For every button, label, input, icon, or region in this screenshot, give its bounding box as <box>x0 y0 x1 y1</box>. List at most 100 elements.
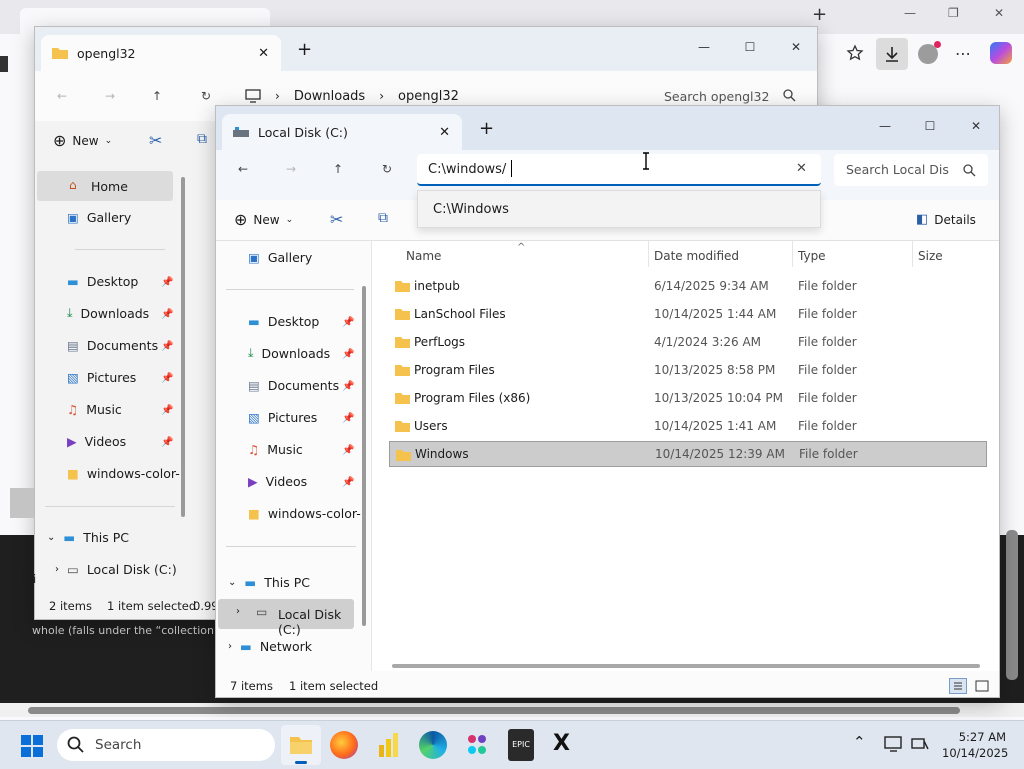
address-input[interactable]: C:\windows/ ✕ <box>417 154 821 186</box>
search-input[interactable]: Search Local Disk <box>834 154 988 186</box>
sidebar-item-this-pc[interactable]: ⌄ ▬ This PC <box>228 567 310 597</box>
suggestion-item[interactable]: C:\Windows <box>433 202 509 217</box>
page-vscroll-thumb[interactable] <box>1006 530 1018 680</box>
table-row[interactable]: Program Files 10/13/2025 8:58 PM File fold… <box>389 357 987 383</box>
copy-icon[interactable]: ⧉ <box>197 131 207 147</box>
sidebar-item-gallery[interactable]: ▣ Gallery <box>67 202 131 232</box>
new-tab-icon[interactable]: + <box>812 4 827 25</box>
copy-icon[interactable]: ⧉ <box>378 210 388 226</box>
sidebar-item-local-disk[interactable]: › ▭ Local Disk (C:) <box>218 599 354 637</box>
firefox-icon[interactable] <box>330 731 358 759</box>
minimize-icon[interactable]: — <box>687 33 721 61</box>
close-icon[interactable]: ✕ <box>779 33 813 61</box>
sidebar-item-home[interactable]: ⌂ Home <box>37 171 173 201</box>
breadcrumb-opengl32[interactable]: opengl32 <box>398 89 459 104</box>
table-row[interactable]: Windows 10/14/2025 12:39 AM File folder <box>389 441 987 467</box>
page-hscroll[interactable] <box>0 703 1024 717</box>
details-view-icon[interactable] <box>949 678 967 694</box>
edge-icon[interactable] <box>419 731 447 759</box>
breadcrumb-downloads[interactable]: Downloads <box>294 89 365 104</box>
cut-icon[interactable]: ✂ <box>330 210 343 229</box>
new-tab-icon[interactable]: + <box>479 118 494 139</box>
details-button[interactable]: ◧ Details <box>916 212 976 227</box>
restore-icon[interactable]: ❐ <box>948 6 959 20</box>
clear-icon[interactable]: ✕ <box>796 161 807 176</box>
app-icon[interactable] <box>464 731 490 759</box>
up-icon[interactable]: ↑ <box>323 154 353 184</box>
sidebar-item-this-pc[interactable]: ⌄ ▬ This PC <box>47 522 129 552</box>
power-bi-icon[interactable] <box>377 731 401 759</box>
file-list-hscroll[interactable] <box>392 664 980 668</box>
table-row[interactable]: Users 10/14/2025 1:41 AM File folder <box>389 413 987 439</box>
column-header-type[interactable]: Type <box>798 249 826 263</box>
tab-opengl32[interactable]: opengl32 ✕ <box>41 35 281 71</box>
chevron-right-icon: › <box>236 606 240 617</box>
sidebar-item-videos[interactable]: ▶ Videos <box>67 426 126 456</box>
taskbar-search[interactable]: Search <box>57 729 275 761</box>
forward-icon[interactable]: → <box>95 81 125 111</box>
column-header-date[interactable]: Date modified <box>654 249 739 263</box>
close-icon[interactable]: ✕ <box>959 112 993 140</box>
table-row[interactable]: LanSchool Files 10/14/2025 1:44 AM File fo… <box>389 301 987 327</box>
back-icon[interactable]: ← <box>47 81 77 111</box>
sidebar-item-pictures[interactable]: ▧ Pictures <box>67 362 136 392</box>
more-icon[interactable]: ⋯ <box>955 44 971 63</box>
column-divider[interactable] <box>648 241 649 267</box>
table-row[interactable]: inetpub 6/14/2025 9:34 AM File folder <box>389 273 987 299</box>
sidebar-item-desktop[interactable]: ▬ Desktop <box>248 306 319 336</box>
sidebar-item-videos[interactable]: ▶ Videos <box>248 466 307 496</box>
sidebar-item-documents[interactable]: ▤ Documents <box>67 330 158 360</box>
minimize-icon[interactable]: — <box>868 112 902 140</box>
page-hscroll-thumb[interactable] <box>28 707 960 714</box>
refresh-icon[interactable]: ↻ <box>372 154 402 184</box>
sidebar-item-windows-color[interactable]: ■ windows-color- <box>248 498 366 528</box>
sidebar-item-pictures[interactable]: ▧ Pictures <box>248 402 317 432</box>
column-divider[interactable] <box>792 241 793 267</box>
sidebar-item-downloads[interactable]: ⤓ Downloads <box>67 298 149 328</box>
column-header-name[interactable]: Name <box>406 249 441 263</box>
sidebar-item-local-disk[interactable]: › ▭ Local Disk (C:) <box>55 554 177 584</box>
search-input[interactable]: Search opengl32 <box>664 89 774 104</box>
download-button[interactable] <box>876 38 908 70</box>
new-button[interactable]: ⊕ New ⌄ <box>53 131 112 150</box>
tab-close-icon[interactable]: ✕ <box>439 125 450 140</box>
new-tab-icon[interactable]: + <box>297 39 312 60</box>
taskbar-clock[interactable]: 5:27 AM 10/14/2025 <box>942 729 1008 761</box>
tab-close-icon[interactable]: ✕ <box>258 46 269 61</box>
forward-icon[interactable]: → <box>276 154 306 184</box>
close-icon[interactable]: ✕ <box>994 6 1004 20</box>
tab-local-disk[interactable]: Local Disk (C:) ✕ <box>222 114 462 150</box>
column-divider[interactable] <box>912 241 913 267</box>
chevron-up-icon[interactable]: ⌃ <box>853 733 866 751</box>
copilot-icon[interactable] <box>990 42 1012 64</box>
profile-icon[interactable] <box>918 41 941 64</box>
sidebar-item-desktop[interactable]: ▬ Desktop <box>67 266 138 296</box>
tiles-view-icon[interactable] <box>974 678 990 694</box>
sidebar-scrollbar[interactable] <box>362 286 366 626</box>
network-status-icon[interactable] <box>910 735 930 753</box>
sidebar-item-downloads[interactable]: ⤓ Downloads <box>248 338 330 368</box>
table-row[interactable]: PerfLogs 4/1/2024 3:26 AM File folder <box>389 329 987 355</box>
maximize-icon[interactable]: ☐ <box>733 33 767 61</box>
sidebar-item-gallery[interactable]: ▣ Gallery <box>248 242 312 272</box>
sidebar-item-documents[interactable]: ▤ Documents <box>248 370 339 400</box>
back-icon[interactable]: ← <box>228 154 258 184</box>
start-icon[interactable] <box>20 734 44 758</box>
x-icon[interactable]: X <box>553 731 570 756</box>
new-button[interactable]: ⊕ New ⌄ <box>234 210 293 229</box>
sidebar-item-music[interactable]: ♫ Music <box>67 394 122 424</box>
cut-icon[interactable]: ✂ <box>149 131 162 150</box>
bookmark-star-icon[interactable] <box>846 44 864 62</box>
maximize-icon[interactable]: ☐ <box>913 112 947 140</box>
sidebar-item-network[interactable]: › ▬ Network <box>228 631 312 661</box>
sidebar-scrollbar[interactable] <box>181 177 185 517</box>
screen-share-icon[interactable] <box>884 735 904 753</box>
table-row[interactable]: Program Files (x86) 10/13/2025 10:04 PM Fi… <box>389 385 987 411</box>
sidebar-item-windows-color[interactable]: ■ windows-color- <box>67 458 183 488</box>
epic-games-icon[interactable]: EPIC <box>508 729 534 761</box>
minimize-icon[interactable]: — <box>904 6 916 20</box>
column-header-size[interactable]: Size <box>918 249 943 263</box>
up-icon[interactable]: ↑ <box>142 81 172 111</box>
taskbar-app-file-explorer[interactable] <box>281 725 321 765</box>
sidebar-item-music[interactable]: ♫ Music <box>248 434 303 464</box>
